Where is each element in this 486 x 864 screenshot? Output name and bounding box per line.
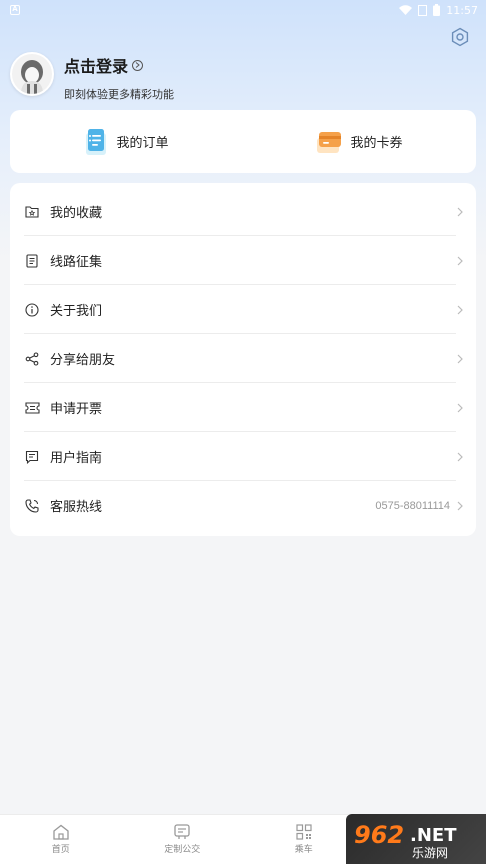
site-watermark: 962 .NET 乐游网: [346, 814, 486, 864]
quick-link-coupons[interactable]: 我的卡券: [243, 110, 476, 173]
quick-links-card: 我的订单 我的卡券: [10, 110, 476, 173]
tab-home[interactable]: 首页: [0, 815, 122, 864]
profile-text: 点击登录 即刻体验更多精彩功能: [64, 52, 174, 102]
battery-icon: [433, 4, 441, 16]
chevron-right-icon: [457, 452, 463, 461]
signal-icon: [418, 4, 428, 16]
guide-icon: [24, 449, 40, 465]
menu-label: 申请开票: [50, 402, 103, 417]
login-row[interactable]: 点击登录: [64, 53, 174, 77]
login-chevron-icon[interactable]: [132, 59, 144, 71]
menu-label: 分享给朋友: [50, 353, 116, 368]
ticket-icon: [24, 400, 40, 416]
status-indicators: 11:57: [399, 4, 478, 17]
home-icon: [53, 824, 69, 840]
svg-text:962: 962: [354, 821, 404, 849]
quick-link-orders-label: 我的订单: [116, 136, 169, 151]
settings-gear-icon[interactable]: [450, 27, 470, 47]
menu-label: 客服热线: [50, 500, 103, 515]
chevron-right-icon: [457, 305, 463, 314]
chevron-right-icon: [457, 256, 463, 265]
menu-label: 我的收藏: [50, 206, 103, 221]
default-avatar-icon: [12, 54, 52, 94]
phone-icon: [24, 498, 40, 514]
quick-link-orders[interactable]: 我的订单: [10, 110, 243, 173]
menu-list: 我的收藏 线路征集 关于我们 分享给朋友 申请开票 用户指南 客服热线 0575…: [10, 183, 476, 536]
chevron-right-icon: [457, 403, 463, 412]
custom-bus-icon: [174, 824, 190, 839]
menu-label: 关于我们: [50, 304, 103, 319]
login-subtitle: 即刻体验更多精彩功能: [64, 88, 174, 101]
favorites-folder-icon: [24, 204, 40, 220]
svg-text:.NET: .NET: [410, 825, 457, 846]
hotline-number[interactable]: 0575-88011114: [375, 500, 450, 512]
tab-label: 定制公交: [164, 845, 201, 855]
status-time: 11:57: [446, 3, 478, 17]
menu-label: 用户指南: [50, 451, 103, 466]
status-bar: A 11:57: [0, 0, 486, 20]
chevron-right-icon: [457, 354, 463, 363]
menu-item-route-collection[interactable]: 线路征集: [10, 236, 476, 285]
tab-custom-bus[interactable]: 定制公交: [122, 815, 244, 864]
info-icon: [24, 302, 40, 318]
svg-text:乐游网: 乐游网: [412, 846, 448, 860]
chevron-right-icon: [457, 207, 463, 216]
menu-item-share[interactable]: 分享给朋友: [10, 334, 476, 383]
coupon-icon: [317, 131, 342, 153]
watermark-logo: 962 .NET 乐游网: [354, 821, 457, 860]
chevron-right-icon: [457, 501, 463, 510]
menu-item-user-guide[interactable]: 用户指南: [10, 432, 476, 481]
qr-code-icon: [296, 824, 312, 840]
tab-label: 乘车: [294, 845, 313, 855]
document-icon: [24, 253, 40, 269]
menu-item-invoice[interactable]: 申请开票: [10, 383, 476, 432]
quick-link-coupons-label: 我的卡券: [350, 136, 403, 151]
menu-item-hotline[interactable]: 客服热线 0575-88011114: [10, 481, 476, 530]
menu-item-favorites[interactable]: 我的收藏: [10, 187, 476, 236]
login-title[interactable]: 点击登录: [64, 53, 128, 77]
menu-label: 线路征集: [50, 255, 103, 270]
profile-section[interactable]: 点击登录 即刻体验更多精彩功能: [10, 52, 174, 102]
menu-item-about-us[interactable]: 关于我们: [10, 285, 476, 334]
share-icon: [24, 351, 40, 367]
tab-label: 首页: [51, 845, 70, 855]
app-notification-icon: A: [10, 5, 20, 15]
avatar[interactable]: [10, 52, 54, 96]
order-icon: [86, 128, 107, 155]
wifi-icon: [399, 5, 413, 15]
